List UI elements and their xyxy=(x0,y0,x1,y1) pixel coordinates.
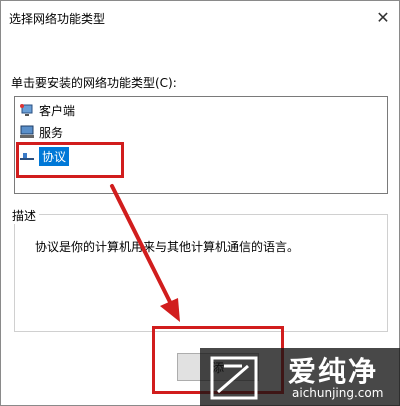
brand-logo-icon xyxy=(210,356,258,400)
watermark-brand: 爱纯净 xyxy=(288,355,379,388)
watermark: 爱纯净 aichunjing.com xyxy=(200,348,400,406)
red-arrow xyxy=(110,184,180,322)
watermark-site: aichunjing.com xyxy=(292,386,384,400)
